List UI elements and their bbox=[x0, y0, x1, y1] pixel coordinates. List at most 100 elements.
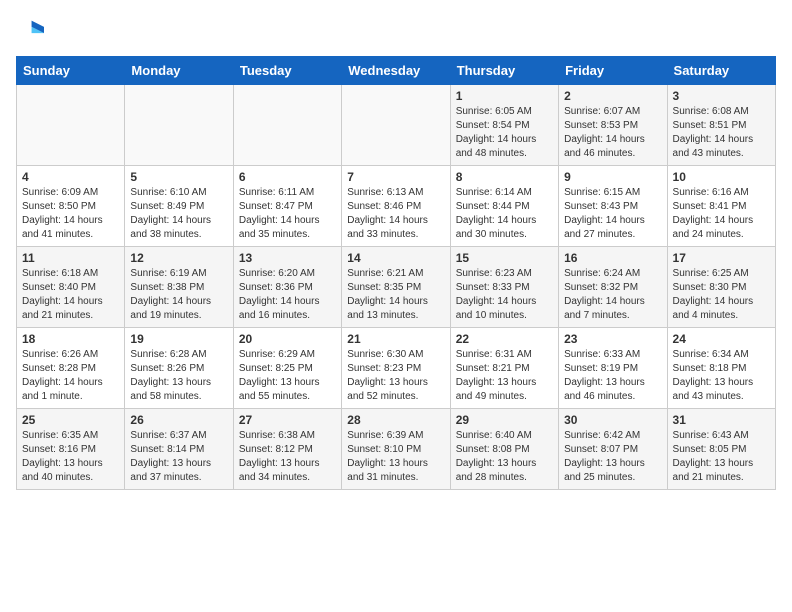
day-number: 7 bbox=[347, 170, 444, 184]
day-number: 21 bbox=[347, 332, 444, 346]
day-number: 19 bbox=[130, 332, 227, 346]
day-info: Sunrise: 6:08 AM Sunset: 8:51 PM Dayligh… bbox=[673, 105, 770, 161]
calendar-cell bbox=[17, 85, 125, 166]
day-number: 5 bbox=[130, 170, 227, 184]
day-number: 3 bbox=[673, 89, 770, 103]
day-info: Sunrise: 6:24 AM Sunset: 8:32 PM Dayligh… bbox=[564, 267, 661, 323]
day-info: Sunrise: 6:25 AM Sunset: 8:30 PM Dayligh… bbox=[673, 267, 770, 323]
day-info: Sunrise: 6:10 AM Sunset: 8:49 PM Dayligh… bbox=[130, 186, 227, 242]
calendar-cell: 20 Sunrise: 6:29 AM Sunset: 8:25 PM Dayli… bbox=[233, 328, 341, 409]
day-number: 13 bbox=[239, 251, 336, 265]
header-friday: Friday bbox=[559, 57, 667, 85]
day-info: Sunrise: 6:38 AM Sunset: 8:12 PM Dayligh… bbox=[239, 429, 336, 485]
week-row-5: 25Sunrise: 6:35 AM Sunset: 8:16 PM Dayli… bbox=[17, 409, 776, 490]
week-row-2: 4Sunrise: 6:09 AM Sunset: 8:50 PM Daylig… bbox=[17, 166, 776, 247]
day-info: Sunrise: 6:34 AM Sunset: 8:18 PM Dayligh… bbox=[673, 348, 770, 404]
calendar-cell: 10 Sunrise: 6:16 AM Sunset: 8:41 PM Dayli… bbox=[667, 166, 775, 247]
calendar-cell: 24Sunrise: 6:34 AM Sunset: 8:18 PM Dayli… bbox=[667, 328, 775, 409]
day-number: 1 bbox=[456, 89, 553, 103]
week-row-1: 1Sunrise: 6:05 AM Sunset: 8:54 PM Daylig… bbox=[17, 85, 776, 166]
day-number: 25 bbox=[22, 413, 119, 427]
calendar-cell: 4Sunrise: 6:09 AM Sunset: 8:50 PM Daylig… bbox=[17, 166, 125, 247]
calendar-cell bbox=[125, 85, 233, 166]
calendar-cell: 13 Sunrise: 6:20 AM Sunset: 8:36 PM Dayli… bbox=[233, 247, 341, 328]
header-saturday: Saturday bbox=[667, 57, 775, 85]
day-info: Sunrise: 6:18 AM Sunset: 8:40 PM Dayligh… bbox=[22, 267, 119, 323]
day-info: Sunrise: 6:21 AM Sunset: 8:35 PM Dayligh… bbox=[347, 267, 444, 323]
header-tuesday: Tuesday bbox=[233, 57, 341, 85]
day-info: Sunrise: 6:31 AM Sunset: 8:21 PM Dayligh… bbox=[456, 348, 553, 404]
header-row: SundayMondayTuesdayWednesdayThursdayFrid… bbox=[17, 57, 776, 85]
page-header bbox=[16, 16, 776, 44]
calendar-cell: 3 Sunrise: 6:08 AM Sunset: 8:51 PM Daylig… bbox=[667, 85, 775, 166]
day-number: 20 bbox=[239, 332, 336, 346]
day-number: 22 bbox=[456, 332, 553, 346]
day-number: 2 bbox=[564, 89, 661, 103]
calendar-cell: 18 Sunrise: 6:26 AM Sunset: 8:28 PM Dayli… bbox=[17, 328, 125, 409]
day-info: Sunrise: 6:14 AM Sunset: 8:44 PM Dayligh… bbox=[456, 186, 553, 242]
day-number: 8 bbox=[456, 170, 553, 184]
header-wednesday: Wednesday bbox=[342, 57, 450, 85]
day-info: Sunrise: 6:20 AM Sunset: 8:36 PM Dayligh… bbox=[239, 267, 336, 323]
day-info: Sunrise: 6:07 AM Sunset: 8:53 PM Dayligh… bbox=[564, 105, 661, 161]
calendar-cell: 14 Sunrise: 6:21 AM Sunset: 8:35 PM Dayli… bbox=[342, 247, 450, 328]
day-number: 28 bbox=[347, 413, 444, 427]
calendar-cell: 28 Sunrise: 6:39 AM Sunset: 8:10 PM Dayli… bbox=[342, 409, 450, 490]
day-number: 14 bbox=[347, 251, 444, 265]
calendar-cell: 8 Sunrise: 6:14 AM Sunset: 8:44 PM Daylig… bbox=[450, 166, 558, 247]
day-info: Sunrise: 6:16 AM Sunset: 8:41 PM Dayligh… bbox=[673, 186, 770, 242]
day-number: 26 bbox=[130, 413, 227, 427]
week-row-4: 18 Sunrise: 6:26 AM Sunset: 8:28 PM Dayli… bbox=[17, 328, 776, 409]
calendar-cell bbox=[233, 85, 341, 166]
calendar-cell: 25Sunrise: 6:35 AM Sunset: 8:16 PM Dayli… bbox=[17, 409, 125, 490]
calendar-cell: 19 Sunrise: 6:28 AM Sunset: 8:26 PM Dayli… bbox=[125, 328, 233, 409]
logo bbox=[16, 16, 48, 44]
header-monday: Monday bbox=[125, 57, 233, 85]
calendar-cell: 5 Sunrise: 6:10 AM Sunset: 8:49 PM Daylig… bbox=[125, 166, 233, 247]
day-info: Sunrise: 6:37 AM Sunset: 8:14 PM Dayligh… bbox=[130, 429, 227, 485]
calendar-table: SundayMondayTuesdayWednesdayThursdayFrid… bbox=[16, 56, 776, 490]
day-number: 15 bbox=[456, 251, 553, 265]
calendar-cell: 1Sunrise: 6:05 AM Sunset: 8:54 PM Daylig… bbox=[450, 85, 558, 166]
day-info: Sunrise: 6:30 AM Sunset: 8:23 PM Dayligh… bbox=[347, 348, 444, 404]
header-thursday: Thursday bbox=[450, 57, 558, 85]
calendar-cell: 16 Sunrise: 6:24 AM Sunset: 8:32 PM Dayli… bbox=[559, 247, 667, 328]
day-info: Sunrise: 6:29 AM Sunset: 8:25 PM Dayligh… bbox=[239, 348, 336, 404]
day-number: 11 bbox=[22, 251, 119, 265]
day-info: Sunrise: 6:43 AM Sunset: 8:05 PM Dayligh… bbox=[673, 429, 770, 485]
day-number: 18 bbox=[22, 332, 119, 346]
day-info: Sunrise: 6:19 AM Sunset: 8:38 PM Dayligh… bbox=[130, 267, 227, 323]
calendar-body: 1Sunrise: 6:05 AM Sunset: 8:54 PM Daylig… bbox=[17, 85, 776, 490]
day-info: Sunrise: 6:28 AM Sunset: 8:26 PM Dayligh… bbox=[130, 348, 227, 404]
logo-icon bbox=[16, 16, 44, 44]
calendar-cell bbox=[342, 85, 450, 166]
day-info: Sunrise: 6:42 AM Sunset: 8:07 PM Dayligh… bbox=[564, 429, 661, 485]
calendar-cell: 26 Sunrise: 6:37 AM Sunset: 8:14 PM Dayli… bbox=[125, 409, 233, 490]
header-sunday: Sunday bbox=[17, 57, 125, 85]
day-number: 23 bbox=[564, 332, 661, 346]
calendar-cell: 23Sunrise: 6:33 AM Sunset: 8:19 PM Dayli… bbox=[559, 328, 667, 409]
calendar-cell: 2 Sunrise: 6:07 AM Sunset: 8:53 PM Daylig… bbox=[559, 85, 667, 166]
day-number: 30 bbox=[564, 413, 661, 427]
day-number: 12 bbox=[130, 251, 227, 265]
calendar-cell: 7 Sunrise: 6:13 AM Sunset: 8:46 PM Daylig… bbox=[342, 166, 450, 247]
day-number: 17 bbox=[673, 251, 770, 265]
calendar-cell: 11 Sunrise: 6:18 AM Sunset: 8:40 PM Dayli… bbox=[17, 247, 125, 328]
calendar-cell: 15Sunrise: 6:23 AM Sunset: 8:33 PM Dayli… bbox=[450, 247, 558, 328]
calendar-cell: 27 Sunrise: 6:38 AM Sunset: 8:12 PM Dayli… bbox=[233, 409, 341, 490]
day-number: 31 bbox=[673, 413, 770, 427]
day-info: Sunrise: 6:13 AM Sunset: 8:46 PM Dayligh… bbox=[347, 186, 444, 242]
day-number: 10 bbox=[673, 170, 770, 184]
day-number: 9 bbox=[564, 170, 661, 184]
day-number: 16 bbox=[564, 251, 661, 265]
day-number: 27 bbox=[239, 413, 336, 427]
calendar-cell: 12 Sunrise: 6:19 AM Sunset: 8:38 PM Dayli… bbox=[125, 247, 233, 328]
day-number: 29 bbox=[456, 413, 553, 427]
calendar-cell: 9Sunrise: 6:15 AM Sunset: 8:43 PM Daylig… bbox=[559, 166, 667, 247]
calendar-cell: 22 Sunrise: 6:31 AM Sunset: 8:21 PM Dayli… bbox=[450, 328, 558, 409]
day-info: Sunrise: 6:26 AM Sunset: 8:28 PM Dayligh… bbox=[22, 348, 119, 404]
calendar-cell: 29Sunrise: 6:40 AM Sunset: 8:08 PM Dayli… bbox=[450, 409, 558, 490]
week-row-3: 11 Sunrise: 6:18 AM Sunset: 8:40 PM Dayli… bbox=[17, 247, 776, 328]
day-info: Sunrise: 6:39 AM Sunset: 8:10 PM Dayligh… bbox=[347, 429, 444, 485]
calendar-cell: 21 Sunrise: 6:30 AM Sunset: 8:23 PM Dayli… bbox=[342, 328, 450, 409]
